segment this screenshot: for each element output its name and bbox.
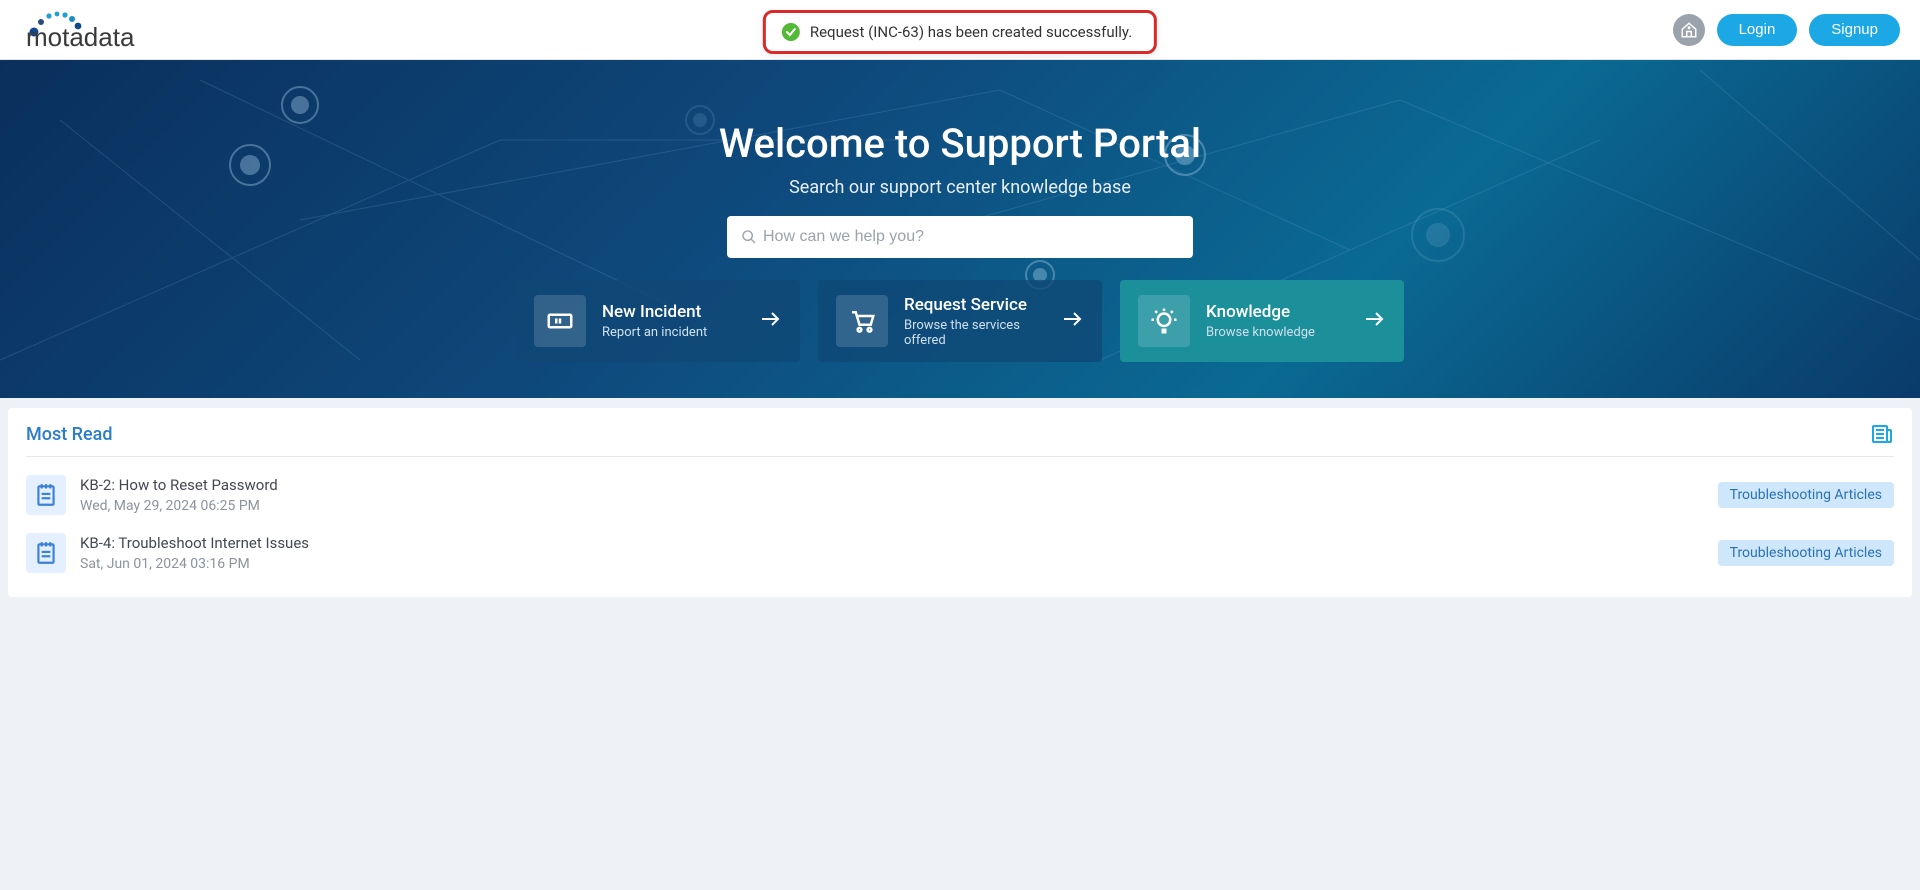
cart-icon [836, 295, 888, 347]
success-toast: Request (INC-63) has been created succes… [763, 10, 1157, 54]
search-input[interactable] [727, 216, 1193, 258]
topbar: motadata Request (INC-63) has been creat… [0, 0, 1920, 60]
panel-head: Most Read [26, 422, 1894, 457]
card-knowledge[interactable]: Knowledge Browse knowledge [1120, 280, 1404, 362]
brand-logo-svg: motadata [26, 10, 158, 50]
article-title[interactable]: KB-2: How to Reset Password [80, 476, 1704, 494]
arrow-right-icon [1362, 307, 1386, 335]
top-actions: Login Signup [1673, 14, 1900, 46]
check-icon [782, 23, 800, 41]
card-desc: Browse the services offered [904, 318, 1044, 348]
home-icon[interactable] [1673, 14, 1705, 46]
card-desc: Browse knowledge [1206, 325, 1346, 340]
article-main: KB-2: How to Reset Password Wed, May 29,… [80, 476, 1704, 514]
article-tag[interactable]: Troubleshooting Articles [1718, 482, 1894, 508]
login-button[interactable]: Login [1717, 14, 1798, 46]
ticket-icon [534, 295, 586, 347]
card-title: Request Service [904, 295, 1044, 315]
card-title: New Incident [602, 302, 742, 322]
panel-heading: Most Read [26, 424, 113, 445]
card-main: Request Service Browse the services offe… [904, 295, 1044, 348]
brand-logo[interactable]: motadata [26, 10, 158, 50]
card-desc: Report an incident [602, 325, 742, 340]
article-date: Wed, May 29, 2024 06:25 PM [80, 498, 1704, 514]
card-new-incident[interactable]: New Incident Report an incident [516, 280, 800, 362]
arrow-right-icon [1060, 307, 1084, 335]
lightbulb-icon [1138, 295, 1190, 347]
most-read-panel: Most Read KB-2: How to Reset Password We… [8, 408, 1912, 597]
notepad-icon [26, 475, 66, 515]
article-row: KB-4: Troubleshoot Internet Issues Sat, … [26, 533, 1894, 573]
article-date: Sat, Jun 01, 2024 03:16 PM [80, 556, 1704, 572]
hero-title: Welcome to Support Portal [719, 120, 1201, 167]
brand-word: motadata [26, 22, 135, 50]
hero-subtitle: Search our support center knowledge base [789, 177, 1131, 198]
toast-text: Request (INC-63) has been created succes… [810, 23, 1132, 41]
article-main: KB-4: Troubleshoot Internet Issues Sat, … [80, 534, 1704, 572]
hero: Welcome to Support Portal Search our sup… [0, 60, 1920, 398]
article-title[interactable]: KB-4: Troubleshoot Internet Issues [80, 534, 1704, 552]
article-row: KB-2: How to Reset Password Wed, May 29,… [26, 475, 1894, 515]
card-title: Knowledge [1206, 302, 1346, 322]
search-icon [741, 229, 757, 245]
arrow-right-icon [758, 307, 782, 335]
signup-button[interactable]: Signup [1809, 14, 1900, 46]
card-main: New Incident Report an incident [602, 302, 742, 340]
search-wrap [727, 216, 1193, 258]
card-main: Knowledge Browse knowledge [1206, 302, 1346, 340]
card-request-service[interactable]: Request Service Browse the services offe… [818, 280, 1102, 362]
action-cards: New Incident Report an incident Request … [516, 280, 1404, 362]
article-tag[interactable]: Troubleshooting Articles [1718, 540, 1894, 566]
notepad-icon [26, 533, 66, 573]
newspaper-icon[interactable] [1870, 422, 1894, 446]
